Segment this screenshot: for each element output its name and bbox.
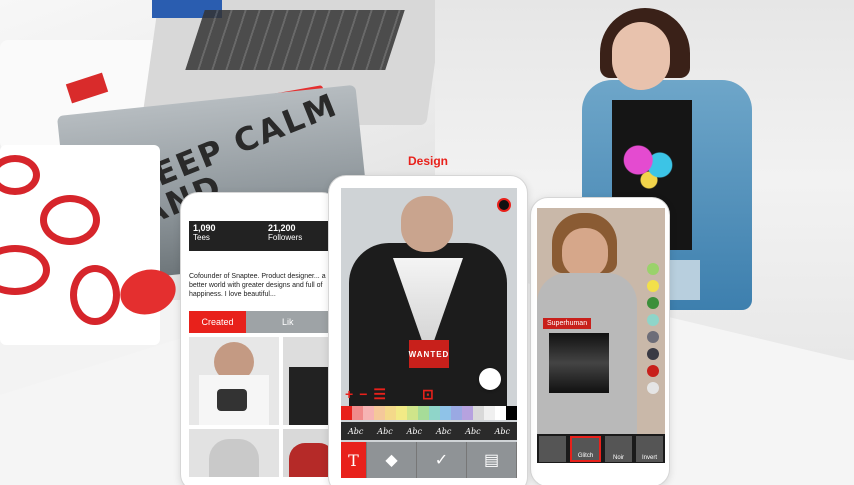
color-dot[interactable] [647, 280, 659, 292]
color-swatch[interactable] [396, 406, 407, 420]
color-swatch[interactable] [429, 406, 440, 420]
color-palette [341, 406, 517, 420]
tab-created[interactable]: Created [189, 311, 246, 333]
stat-tees-label: Tees [193, 232, 210, 242]
editor-title: Design [408, 154, 449, 168]
color-dots [647, 263, 659, 394]
confirm-icon[interactable]: ✓ [417, 442, 467, 478]
color-swatch[interactable] [385, 406, 396, 420]
color-dot[interactable] [647, 348, 659, 360]
color-swatch[interactable] [363, 406, 374, 420]
collage: ↻ KEEP CALM AND 1,090 Tees 21,200 Follow… [0, 0, 854, 485]
text-tool-icon[interactable]: T [341, 442, 367, 478]
model-face [612, 22, 670, 90]
editor-model-head [401, 196, 453, 252]
font-picker: Abc Abc Abc Abc Abc Abc [341, 422, 517, 440]
layers-icon[interactable]: ▤ [467, 442, 517, 478]
color-dot[interactable] [647, 263, 659, 275]
align-icon[interactable]: ☰ [373, 386, 386, 403]
preview-artwork [549, 333, 609, 393]
laptop-keyboard [185, 10, 405, 70]
grid-item[interactable] [189, 429, 279, 477]
stat-followers-label: Followers [268, 232, 303, 242]
fill-tool-icon[interactable]: ◆ [367, 442, 417, 478]
color-dot[interactable] [647, 365, 659, 377]
filter-preview: Superhuman Glitch Noir Invert [537, 208, 665, 463]
color-swatch[interactable] [484, 406, 495, 420]
profile-tabs: Created Lik [189, 311, 339, 333]
color-swatch[interactable] [352, 406, 363, 420]
grid-item[interactable] [189, 337, 279, 425]
tshirt-artwork [622, 140, 676, 190]
filter-noir[interactable]: Noir [605, 436, 632, 462]
stat-followers-value: 21,200 [268, 223, 296, 233]
editor-toolbar: T ◆ ✓ ▤ [341, 442, 517, 478]
design-grid [189, 337, 339, 477]
tab-liked[interactable]: Lik [246, 311, 339, 333]
font-option[interactable]: Abc [436, 427, 451, 436]
color-dot[interactable] [647, 297, 659, 309]
filter-invert[interactable]: Invert [636, 436, 663, 462]
stat-tees-value: 1,090 [193, 223, 216, 233]
profile-stats: 1,090 Tees 21,200 Followers [189, 221, 339, 251]
phone-filters: Superhuman Glitch Noir Invert [530, 197, 670, 485]
stat-tees[interactable]: 1,090 Tees [189, 221, 264, 251]
color-swatch[interactable] [418, 406, 429, 420]
font-option[interactable]: Abc [407, 427, 422, 436]
pattern-tshirt [0, 145, 160, 345]
edit-tools: + − ☰ ⊡ [341, 386, 517, 403]
font-option[interactable]: Abc [377, 427, 392, 436]
phone-design-editor: WANTED + − ☰ ⊡ Abc Abc Abc Abc Abc Abc T… [328, 175, 528, 485]
font-option[interactable]: Abc [495, 427, 510, 436]
color-swatch[interactable] [341, 406, 352, 420]
remove-icon[interactable]: − [359, 386, 367, 402]
font-option[interactable]: Abc [348, 427, 363, 436]
color-swatch[interactable] [407, 406, 418, 420]
preview-model-face [562, 228, 608, 278]
filter-strip: Glitch Noir Invert [537, 434, 665, 463]
color-swatch[interactable] [495, 406, 506, 420]
resize-icon[interactable]: ⊡ [422, 386, 434, 403]
color-swatch[interactable] [506, 406, 517, 420]
add-icon[interactable]: + [345, 386, 353, 402]
filter-glitch[interactable]: Glitch [570, 436, 601, 462]
color-swatch[interactable] [440, 406, 451, 420]
color-swatch[interactable] [374, 406, 385, 420]
filter-option[interactable] [539, 436, 566, 462]
wanted-label[interactable]: WANTED [409, 340, 449, 368]
font-option[interactable]: Abc [465, 427, 480, 436]
color-swatch[interactable] [462, 406, 473, 420]
phone-profile: 1,090 Tees 21,200 Followers Cofounder of… [180, 192, 340, 485]
record-icon[interactable] [497, 198, 511, 212]
color-dot[interactable] [647, 331, 659, 343]
profile-bio: Cofounder of Snaptee. Product designer..… [189, 273, 326, 298]
color-swatch[interactable] [473, 406, 484, 420]
color-dot[interactable] [647, 314, 659, 326]
overlay-text-label[interactable]: Superhuman [543, 318, 592, 329]
editor-canvas: WANTED + − ☰ ⊡ Abc Abc Abc Abc Abc Abc T… [341, 188, 517, 478]
color-dot[interactable] [647, 382, 659, 394]
color-swatch[interactable] [451, 406, 462, 420]
